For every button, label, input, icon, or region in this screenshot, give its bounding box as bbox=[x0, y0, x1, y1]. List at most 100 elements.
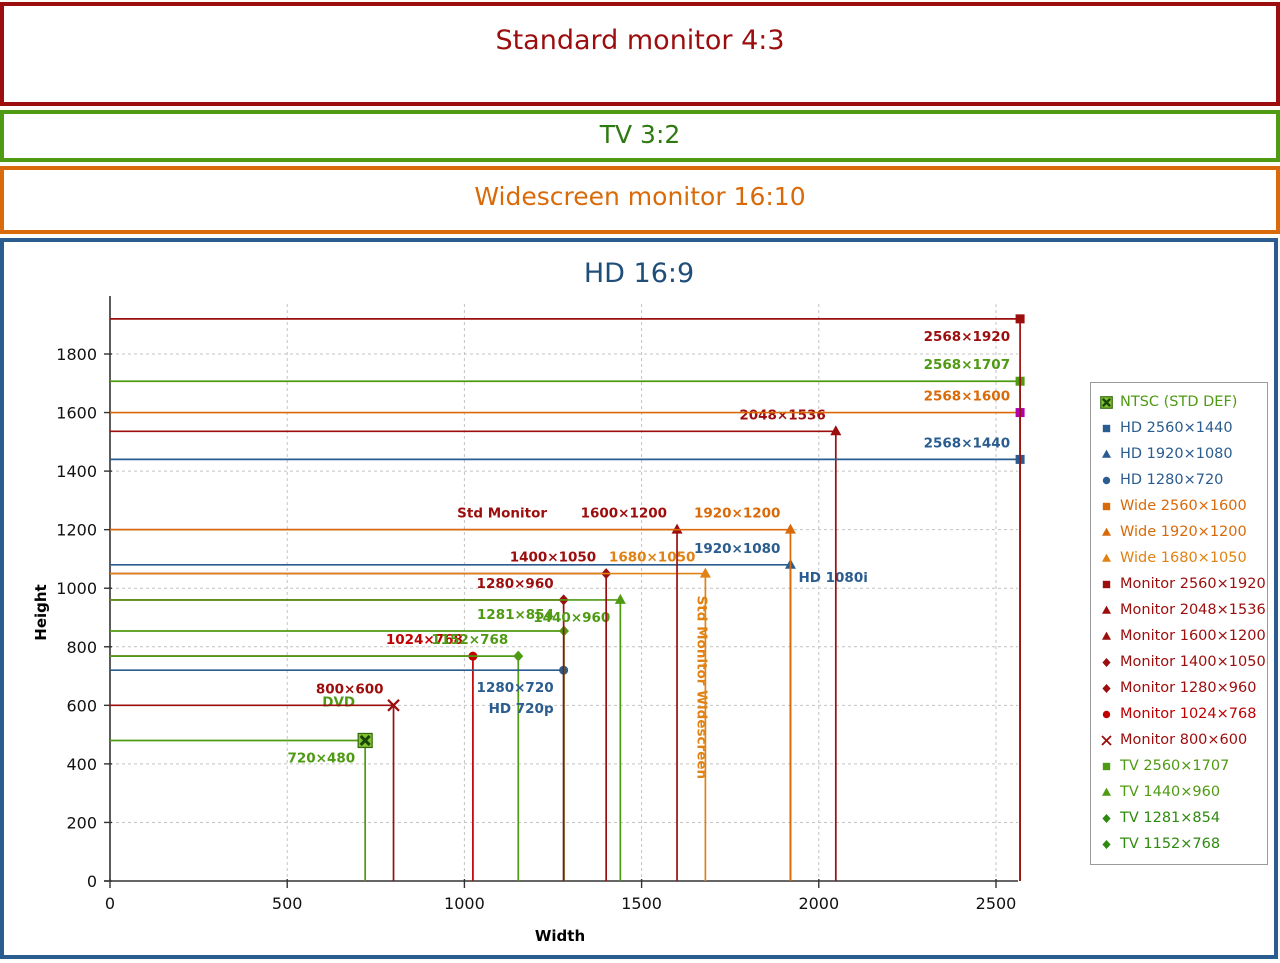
legend-item-label: Monitor 1600×1200 bbox=[1120, 627, 1266, 644]
band-standard-monitor-4-3: Standard monitor 4:3 bbox=[0, 2, 1280, 106]
point-label: 1400×1050 bbox=[510, 550, 596, 566]
legend-item[interactable]: TV 1281×854 bbox=[1098, 805, 1260, 831]
legend-item[interactable]: Monitor 2560×1920 bbox=[1098, 571, 1266, 597]
legend-item[interactable]: HD 2560×1440 bbox=[1098, 415, 1260, 441]
legend-item-label: Monitor 2560×1920 bbox=[1120, 575, 1266, 592]
y-tick-label: 1400 bbox=[56, 462, 97, 481]
point-extra-label: Std Monitor bbox=[457, 506, 547, 522]
point-label: 2568×1600 bbox=[924, 389, 1010, 405]
legend-marker-square-icon bbox=[1098, 498, 1115, 515]
point-label: 1440×960 bbox=[533, 610, 610, 626]
data-point-monitor-2560-1920: 2568×1920 bbox=[110, 314, 1025, 881]
legend-item-label: Wide 2560×1600 bbox=[1120, 497, 1247, 514]
x-tick-label: 500 bbox=[272, 894, 303, 913]
point-extra-label: HD 1080i bbox=[798, 570, 867, 586]
legend-item[interactable]: Monitor 2048×1536 bbox=[1098, 597, 1266, 623]
point-extra-label: Std Monitor Widescreen bbox=[693, 596, 709, 780]
point-label: 1152×768 bbox=[431, 632, 508, 648]
x-tick-label: 0 bbox=[105, 894, 115, 913]
point-label: 800×600 bbox=[316, 681, 384, 697]
legend-item-label: HD 2560×1440 bbox=[1120, 419, 1233, 436]
data-point-ntsc-std-def: 720×480DVD bbox=[110, 694, 373, 881]
legend-item-label: HD 1280×720 bbox=[1120, 471, 1224, 488]
legend-item[interactable]: Monitor 1400×1050 bbox=[1098, 649, 1266, 675]
legend-marker-triangle-icon bbox=[1098, 524, 1115, 541]
legend-item-label: Monitor 800×600 bbox=[1120, 731, 1248, 748]
point-label: 1920×1200 bbox=[694, 506, 780, 522]
legend-item[interactable]: Wide 1920×1200 bbox=[1098, 519, 1260, 545]
y-tick-label: 200 bbox=[66, 813, 97, 832]
legend-marker-circle-icon bbox=[1098, 706, 1115, 723]
legend-item[interactable]: Monitor 800×600 bbox=[1098, 727, 1260, 753]
point-label: 1280×960 bbox=[477, 576, 554, 592]
data-point-wide-2560-1600: 2568×1600 bbox=[110, 389, 1025, 881]
legend-marker-triangle-icon bbox=[1098, 446, 1115, 463]
legend-marker-square-icon bbox=[1098, 758, 1115, 775]
y-tick-label: 800 bbox=[66, 638, 97, 657]
resolution-chart-page: Standard monitor 4:3 TV 3:2 Widescreen m… bbox=[0, 0, 1280, 961]
point-extra-label: HD 720p bbox=[489, 701, 554, 717]
legend-item[interactable]: TV 2560×1707 bbox=[1098, 753, 1260, 779]
legend-marker-xbox-icon bbox=[1098, 394, 1115, 411]
point-label: 1280×720 bbox=[477, 680, 554, 696]
legend-marker-diamond-icon bbox=[1098, 810, 1115, 827]
legend-item[interactable]: Wide 2560×1600 bbox=[1098, 493, 1260, 519]
band-title-tv: TV 3:2 bbox=[599, 120, 681, 149]
y-tick-label: 1200 bbox=[56, 521, 97, 540]
legend-marker-circle-icon bbox=[1098, 472, 1115, 489]
x-tick-label: 2000 bbox=[798, 894, 839, 913]
legend-item-label: NTSC (STD DEF) bbox=[1120, 393, 1238, 410]
band-hd-16-9: HD 16:9 0 200 400 600 800 1000 1200 1400 1600 180… bbox=[0, 238, 1278, 959]
band-tv-3-2: TV 3:2 bbox=[0, 110, 1280, 162]
legend-marker-triangle-icon bbox=[1098, 784, 1115, 801]
y-tick-label: 1600 bbox=[56, 404, 97, 423]
resolution-scatter-plot: 0 200 400 600 800 1000 1200 1400 1600 1800 0 500 100… bbox=[4, 242, 1280, 963]
legend-marker-cross-icon bbox=[1098, 732, 1115, 749]
legend-item-label: Wide 1920×1200 bbox=[1120, 523, 1247, 540]
y-axis-title: Height bbox=[32, 584, 50, 640]
point-label: 720×480 bbox=[287, 750, 355, 766]
y-tick-label: 600 bbox=[66, 696, 97, 715]
legend-marker-diamond-icon bbox=[1098, 836, 1115, 853]
point-label: 1680×1050 bbox=[609, 550, 695, 566]
legend-item-label: Monitor 1400×1050 bbox=[1120, 653, 1266, 670]
x-tick-label: 2500 bbox=[976, 894, 1017, 913]
legend-item[interactable]: NTSC (STD DEF) bbox=[1098, 389, 1260, 415]
y-tick-label: 0 bbox=[87, 872, 97, 891]
legend-item[interactable]: Monitor 1600×1200 bbox=[1098, 623, 1266, 649]
legend-item-label: TV 1152×768 bbox=[1120, 835, 1221, 852]
legend-item[interactable]: Monitor 1280×960 bbox=[1098, 675, 1260, 701]
data-point-monitor-1600-1200: 1600×1200 Std Monitor bbox=[110, 506, 683, 881]
band-widescreen-monitor-16-10: Widescreen monitor 16:10 bbox=[0, 166, 1280, 234]
legend-item[interactable]: Wide 1680×1050 bbox=[1098, 545, 1260, 571]
legend-item-label: Monitor 1280×960 bbox=[1120, 679, 1257, 696]
legend-item-label: TV 2560×1707 bbox=[1120, 757, 1230, 774]
legend-marker-triangle-icon bbox=[1098, 628, 1115, 645]
point-label: 2568×1920 bbox=[924, 329, 1010, 345]
point-label: 1920×1080 bbox=[694, 541, 780, 557]
legend-item[interactable]: TV 1152×768 bbox=[1098, 831, 1260, 857]
y-tick-label: 1800 bbox=[56, 345, 97, 364]
legend-item[interactable]: HD 1280×720 bbox=[1098, 467, 1260, 493]
legend-item-label: TV 1281×854 bbox=[1120, 809, 1221, 826]
point-label: 2048×1536 bbox=[739, 407, 825, 423]
legend-item[interactable]: Monitor 1024×768 bbox=[1098, 701, 1260, 727]
legend-item-label: Wide 1680×1050 bbox=[1120, 549, 1247, 566]
legend-marker-triangle-icon bbox=[1098, 602, 1115, 619]
data-point-hd-2560-1440: 2568×1440 bbox=[110, 435, 1025, 881]
band-title-standard-monitor: Standard monitor 4:3 bbox=[495, 25, 785, 56]
legend-item[interactable]: HD 1920×1080 bbox=[1098, 441, 1260, 467]
y-tick-label: 1000 bbox=[56, 579, 97, 598]
x-axis-title: Width bbox=[535, 927, 585, 945]
legend-marker-triangle-icon bbox=[1098, 550, 1115, 567]
point-label: 2568×1707 bbox=[924, 357, 1010, 373]
legend-marker-diamond-icon bbox=[1098, 680, 1115, 697]
point-label: 2568×1440 bbox=[924, 435, 1010, 451]
legend-item-label: TV 1440×960 bbox=[1120, 783, 1221, 800]
legend-item[interactable]: TV 1440×960 bbox=[1098, 779, 1260, 805]
legend-item-label: Monitor 1024×768 bbox=[1120, 705, 1257, 722]
point-label: 1600×1200 bbox=[581, 506, 667, 522]
legend-item-label: Monitor 2048×1536 bbox=[1120, 601, 1266, 618]
x-tick-label: 1000 bbox=[444, 894, 485, 913]
legend-item-label: HD 1920×1080 bbox=[1120, 445, 1233, 462]
